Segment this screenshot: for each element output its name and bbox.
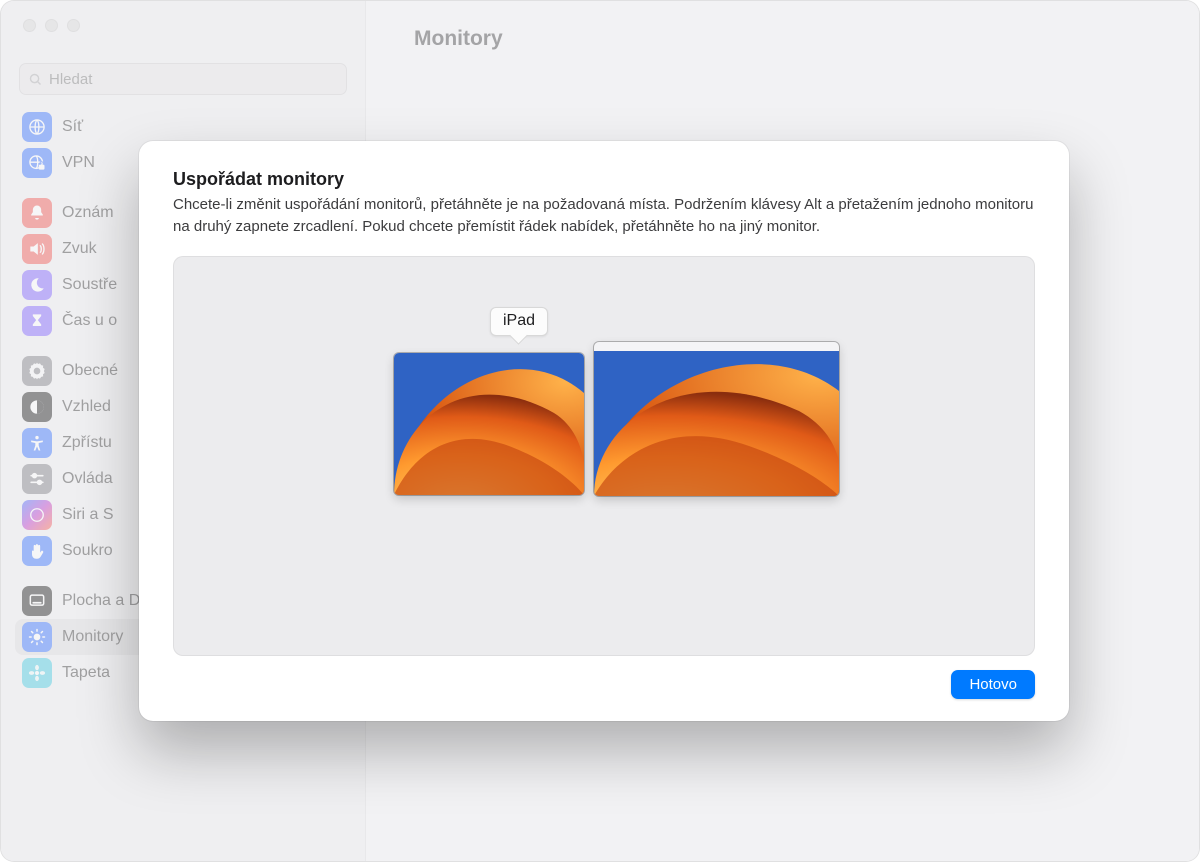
dialog-footer: Hotovo: [173, 670, 1035, 699]
system-settings-window: Síť VPN Oznám Zvuk Soustře: [0, 0, 1200, 862]
display-arrangement-area[interactable]: iPad: [173, 256, 1035, 657]
dialog-title: Uspořádat monitory: [173, 169, 1035, 190]
display-tooltip: iPad: [490, 307, 548, 336]
menubar-handle[interactable]: [594, 342, 839, 351]
done-button[interactable]: Hotovo: [951, 670, 1035, 699]
display-thumb-ipad[interactable]: [394, 353, 584, 495]
dialog-description: Chcete-li změnit uspořádání monitorů, př…: [173, 194, 1035, 238]
wallpaper-icon: [394, 353, 584, 495]
wallpaper-icon: [594, 351, 839, 496]
arrange-displays-dialog: Uspořádat monitory Chcete-li změnit uspo…: [139, 141, 1069, 721]
display-thumb-main[interactable]: [594, 342, 839, 496]
tooltip-label: iPad: [503, 312, 535, 329]
